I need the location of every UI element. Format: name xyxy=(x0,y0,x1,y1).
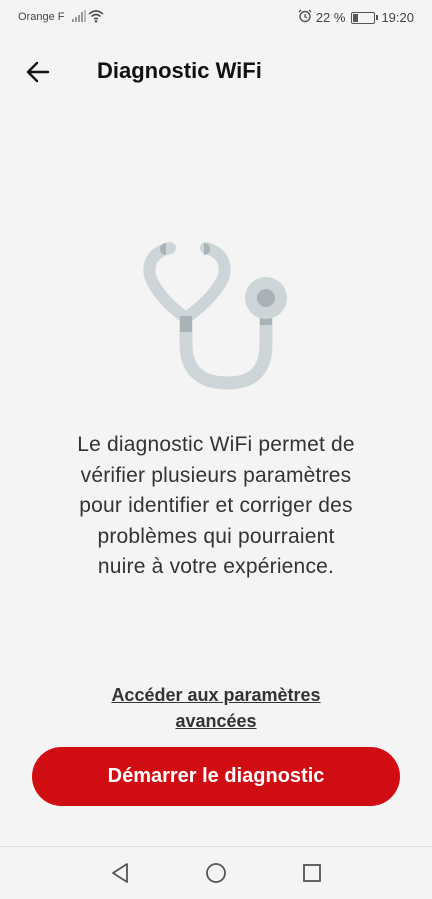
description-line: pour identifier et corriger des xyxy=(79,494,353,517)
system-nav-bar xyxy=(0,846,432,899)
start-diagnostic-button[interactable]: Démarrer le diagnostic xyxy=(32,747,400,806)
nav-back-button[interactable] xyxy=(107,860,133,886)
advanced-link-line: Accéder aux paramètres xyxy=(111,685,321,705)
description-line: Le diagnostic WiFi permet de xyxy=(77,433,355,456)
carrier-name: Orange F xyxy=(18,11,65,23)
wifi-icon xyxy=(88,9,104,26)
description-line: nuire à votre expérience. xyxy=(97,555,335,578)
back-arrow-icon xyxy=(26,61,50,83)
status-bar: Orange F 22 % 19:20 xyxy=(0,0,432,34)
battery-level xyxy=(353,13,359,22)
description-line: problèmes qui pourraient xyxy=(97,524,335,548)
back-button[interactable] xyxy=(18,54,58,90)
nav-recents-button[interactable] xyxy=(299,860,325,886)
nav-home-button[interactable] xyxy=(203,860,229,886)
signal-icon xyxy=(72,10,86,25)
battery-percent: 22 % xyxy=(315,10,346,25)
advanced-link-line: avancées xyxy=(175,711,257,731)
status-right-group: 22 % 19:20 xyxy=(298,9,414,26)
clock: 19:20 xyxy=(381,10,414,25)
recents-square-icon xyxy=(303,864,321,882)
back-triangle-icon xyxy=(112,863,128,883)
description-text: Le diagnostic WiFi permet de vérifier pl… xyxy=(30,430,402,583)
alarm-icon xyxy=(298,9,312,26)
advanced-settings-link[interactable]: Accéder aux paramètres avancées xyxy=(80,682,352,734)
description-line: vérifier plusieurs paramètres xyxy=(80,463,352,487)
app-bar: Diagnostic WiFi xyxy=(0,42,432,102)
stethoscope-icon xyxy=(140,238,292,392)
page-title: Diagnostic WiFi xyxy=(97,58,262,83)
home-circle-icon xyxy=(206,863,226,883)
battery-icon xyxy=(351,11,379,24)
